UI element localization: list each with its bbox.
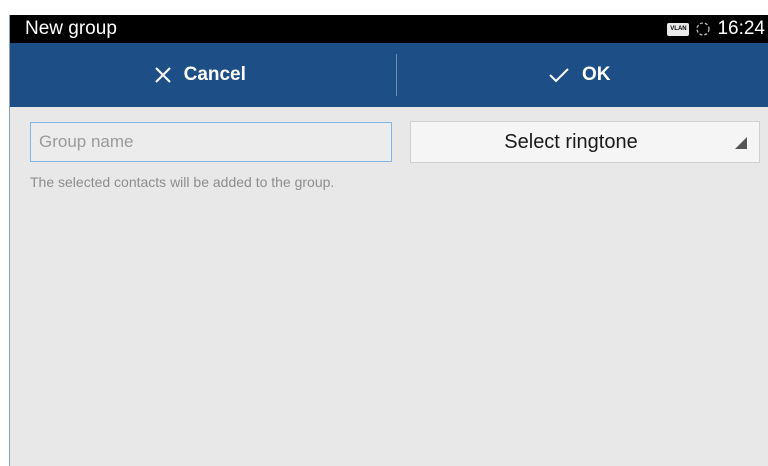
ok-label: OK <box>582 64 611 85</box>
ok-button[interactable]: OK <box>390 43 768 107</box>
group-name-input[interactable] <box>30 122 392 162</box>
checkmark-icon <box>549 68 569 83</box>
cancel-button[interactable]: Cancel <box>10 43 390 107</box>
action-bar: Cancel OK <box>10 43 768 107</box>
status-indicators: VLAN 16:24 <box>667 15 765 43</box>
ringtone-label: Select ringtone <box>504 131 638 153</box>
ringtone-dropdown[interactable]: Select ringtone <box>410 121 760 163</box>
window-title: New group <box>25 18 117 39</box>
dropdown-arrow-icon <box>735 137 747 149</box>
sync-icon <box>696 22 711 36</box>
cancel-label: Cancel <box>183 64 246 85</box>
helper-text: The selected contacts will be added to t… <box>30 174 335 190</box>
status-bar: New group VLAN 16:24 <box>10 15 768 43</box>
app-screen: New group VLAN 16:24 Cancel OK Select ri… <box>9 15 768 466</box>
vlan-icon: VLAN <box>667 22 690 36</box>
close-icon <box>154 67 171 83</box>
status-time: 16:24 <box>717 18 765 39</box>
